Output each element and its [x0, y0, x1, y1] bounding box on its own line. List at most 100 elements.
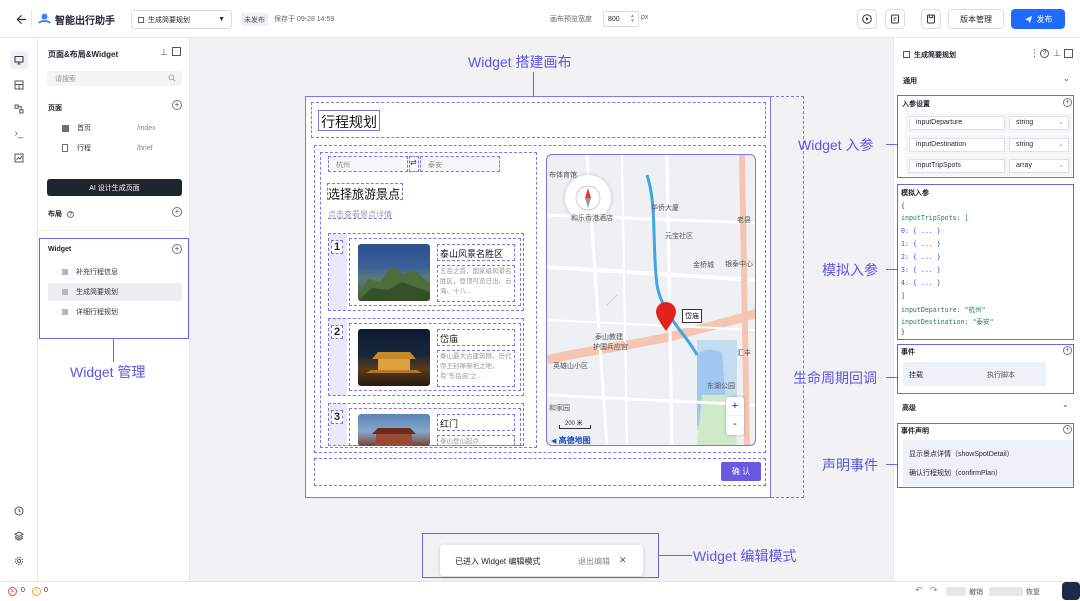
spot-card[interactable]: 1 泰山风景名胜区 五岳之首，国家级风景名胜区，登顶可览日出、云海、十八... [328, 233, 524, 311]
version-button[interactable]: 版本管理 [948, 9, 1004, 29]
page-title: 行程规划 [321, 114, 377, 130]
page-name: 行程 [77, 145, 91, 152]
param-name-field[interactable]: inputDestination [909, 138, 1005, 152]
param-row[interactable]: inputDestination string ⌄ [905, 135, 1072, 155]
rail-pages-button[interactable] [10, 51, 28, 69]
spot-index: 2 [331, 325, 343, 339]
chevron-down-icon[interactable]: ⌄ [1062, 400, 1069, 409]
general-section-title: 通用 [903, 78, 917, 85]
assistant-avatar[interactable] [1062, 582, 1080, 600]
more-icon[interactable]: ⋮ [1030, 48, 1039, 59]
error-icon[interactable]: ✕ [8, 587, 17, 596]
mock-line[interactable]: 3: { ... } [901, 266, 941, 274]
add-param-icon[interactable]: + [1063, 98, 1072, 107]
param-type-select[interactable]: array ⌄ [1009, 159, 1069, 173]
chevron-down-icon[interactable]: ⌄ [1063, 74, 1070, 83]
collapse-panel-icon[interactable] [1064, 49, 1073, 58]
save-button[interactable] [921, 9, 941, 29]
declared-event[interactable]: 显示景点详情（showSpotDetail） [909, 449, 1014, 459]
add-layout-icon[interactable]: + [172, 207, 182, 217]
chevron-down-icon: ⌄ [1058, 119, 1064, 126]
redo-icon[interactable]: ↷ [930, 585, 938, 596]
code-view-button[interactable] [885, 9, 905, 29]
rail-components-button[interactable] [10, 100, 28, 118]
add-event-icon[interactable]: + [1063, 346, 1072, 355]
widget-selector[interactable]: 生成简要规划 ▼ [131, 10, 232, 29]
spot-photo [358, 244, 430, 301]
spot-card[interactable]: 2 岱庙 泰山最大古建筑群，历代帝王封禅祭祀之地，有“东岳庙”之... [328, 318, 524, 396]
param-row[interactable]: inputTripSpots array ⌄ [905, 156, 1072, 176]
page-file-icon [62, 144, 68, 152]
exit-edit-link[interactable]: 退出编辑 [578, 556, 610, 567]
canvas-width-unit: px [641, 14, 649, 21]
footer-guide [314, 458, 766, 486]
layers-icon [14, 531, 24, 541]
close-icon[interactable]: ✕ [619, 555, 627, 566]
search-input[interactable]: 请搜索 [47, 71, 182, 86]
map-brand: ◀ 高德地图 [551, 435, 591, 445]
map-label: 泰山教建 [595, 334, 623, 341]
map-view[interactable]: 布体育馆 华侨大厦 和乐香港酒店 元宝社区 老县 金桥城 银泰中心 泰山教建 护… [546, 154, 756, 446]
param-name-field[interactable]: inputTripSpots [909, 159, 1005, 173]
param-type-select[interactable]: string ⌄ [1009, 138, 1069, 152]
rail-settings-button[interactable] [10, 552, 28, 570]
mock-params-annotation: 模拟入参 [822, 262, 878, 278]
mock-line[interactable]: inputTripSpots: [ [901, 214, 969, 222]
pin-icon[interactable]: ⊥ [1053, 48, 1061, 59]
zoom-out-button[interactable]: - [726, 416, 744, 435]
back-button[interactable] [12, 10, 32, 28]
map-label: 老县 [737, 217, 751, 224]
input-params-annotation: Widget 入参 [798, 137, 874, 153]
map-brand-label: 高德地图 [558, 436, 591, 445]
declared-event[interactable]: 确认行程规划（confirmPlan） [909, 468, 1002, 478]
input-params-annotation-line [886, 144, 897, 145]
redo-shortcut [989, 587, 1023, 596]
mock-line[interactable]: inputDeparture: "杭州" [901, 304, 986, 314]
mock-line[interactable]: 1: { ... } [901, 240, 941, 248]
confirm-button[interactable]: 确 认 [721, 462, 761, 481]
spot-index: 3 [331, 410, 343, 424]
add-declared-event-icon[interactable]: + [1063, 425, 1072, 434]
rail-layout-button[interactable] [10, 76, 28, 94]
page-item-brief[interactable]: 行程 /brief [48, 139, 182, 157]
param-row[interactable]: inputDeparture string ⌄ [905, 113, 1072, 133]
canvas-width-input[interactable]: 800 ▲ ▼ [603, 11, 639, 27]
zoom-in-button[interactable]: + [726, 397, 744, 416]
mock-line[interactable]: 4: { ... } [901, 279, 941, 287]
widget-selector-icon [138, 16, 144, 23]
redo-label: 恢复 [1026, 589, 1040, 596]
undo-icon[interactable]: ↶ [915, 585, 923, 596]
param-name: inputDestination [916, 141, 967, 148]
rail-script-button[interactable]: ›_ [10, 124, 28, 142]
navigation-arrow-icon: ◀ [551, 438, 557, 445]
help-icon[interactable]: ? [1040, 49, 1049, 58]
lifecycle-name: 挂载 [909, 372, 923, 379]
mock-line[interactable]: inputDestination: "泰安" [901, 316, 994, 326]
add-page-icon[interactable]: + [172, 100, 182, 110]
publish-button[interactable]: 发布 [1011, 9, 1065, 29]
ai-generate-button[interactable]: AI 设计生成页面 [47, 179, 182, 196]
mock-line[interactable]: 0: { ... } [901, 227, 941, 235]
lifecycle-row[interactable]: 挂载 执行脚本 [903, 362, 1046, 386]
pin-icon[interactable]: ⊥ [160, 47, 168, 58]
spot-photo [358, 329, 430, 386]
param-type-select[interactable]: string ⌄ [1009, 116, 1069, 130]
play-icon [862, 14, 872, 24]
left-rail: ›_ [0, 38, 38, 581]
rail-history-button[interactable] [10, 502, 28, 520]
to-city: 泰安 [428, 162, 442, 169]
layout-icon [14, 80, 24, 90]
collapse-panel-icon[interactable] [172, 47, 181, 56]
preview-button[interactable] [857, 9, 877, 29]
canvas-annotation-line [533, 72, 534, 97]
param-name-field[interactable]: inputDeparture [909, 116, 1005, 130]
rail-plugins-button[interactable] [10, 527, 28, 545]
help-icon[interactable]: ? [66, 211, 74, 218]
warning-icon[interactable]: ! [32, 587, 41, 596]
spot-card[interactable]: 3 红门 泰山登山起点... [328, 403, 524, 446]
mock-line[interactable]: 2: { ... } [901, 253, 941, 261]
page-item-home[interactable]: 首页 /index [48, 119, 182, 137]
widget-section-divider [38, 230, 190, 231]
rail-analytics-button[interactable] [10, 149, 28, 167]
app-title: 智能出行助手 [55, 16, 115, 27]
